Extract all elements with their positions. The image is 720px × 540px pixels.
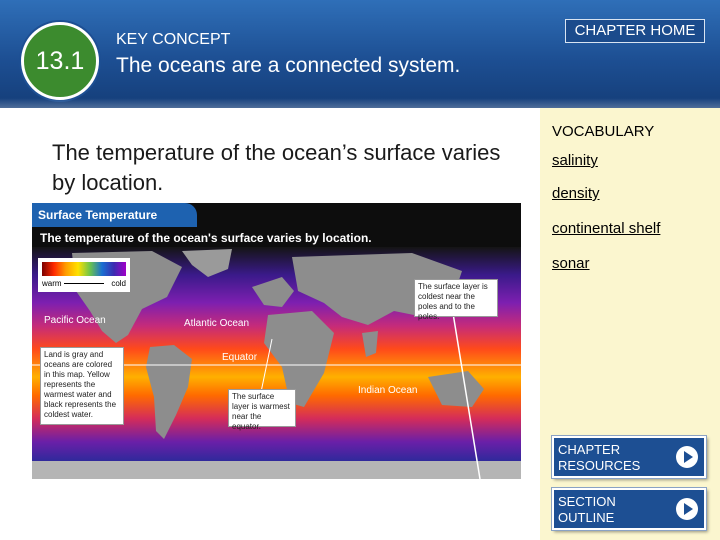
header-bar: 13.1 KEY CONCEPT The oceans are a connec… [0,0,720,108]
figure-tab-title: Surface Temperature [32,203,197,227]
legend-arrow-icon [64,283,104,284]
legend-warm-label: warm [42,279,62,288]
temperature-legend: warm cold [38,258,130,292]
label-pacific-ocean: Pacific Ocean [44,315,106,326]
label-atlantic-ocean: Atlantic Ocean [184,318,250,329]
legend-cold-label: cold [111,279,126,288]
play-icon [676,498,698,520]
callout-surface-poles: The surface layer is coldest near the po… [414,279,498,321]
surface-temperature-figure: Surface Temperature The temperature of t… [32,203,521,479]
label-indian-ocean: Indian Ocean [358,385,418,396]
legend-color-scale [42,262,126,276]
callout-surface-equator: The surface layer is warmest near the eq… [228,389,296,431]
vocab-link-density[interactable]: density [552,185,600,202]
chapter-home-button[interactable]: CHAPTER HOME [565,19,705,43]
concept-title: The oceans are a connected system. [116,54,461,77]
chapter-resources-button[interactable]: CHAPTER RESOURCES [552,436,706,478]
figure-caption: The temperature of the ocean's surface v… [40,231,372,245]
section-outline-button[interactable]: SECTION OUTLINE [552,488,706,530]
vocabulary-title: VOCABULARY [552,123,655,140]
section-outline-label: SECTION OUTLINE [558,494,616,525]
main-statement: The temperature of the ocean’s surface v… [52,140,501,195]
callout-land-key: Land is gray and oceans are colored in t… [40,347,124,425]
vocab-link-continental-shelf[interactable]: continental shelf [552,220,660,237]
section-number-badge: 13.1 [21,22,99,100]
chapter-resources-label: CHAPTER RESOURCES [558,442,641,473]
label-equator: Equator [222,352,258,363]
key-concept-label: KEY CONCEPT [116,31,231,48]
vocab-link-sonar[interactable]: sonar [552,255,590,272]
play-icon [676,446,698,468]
vocab-link-salinity[interactable]: salinity [552,152,598,169]
